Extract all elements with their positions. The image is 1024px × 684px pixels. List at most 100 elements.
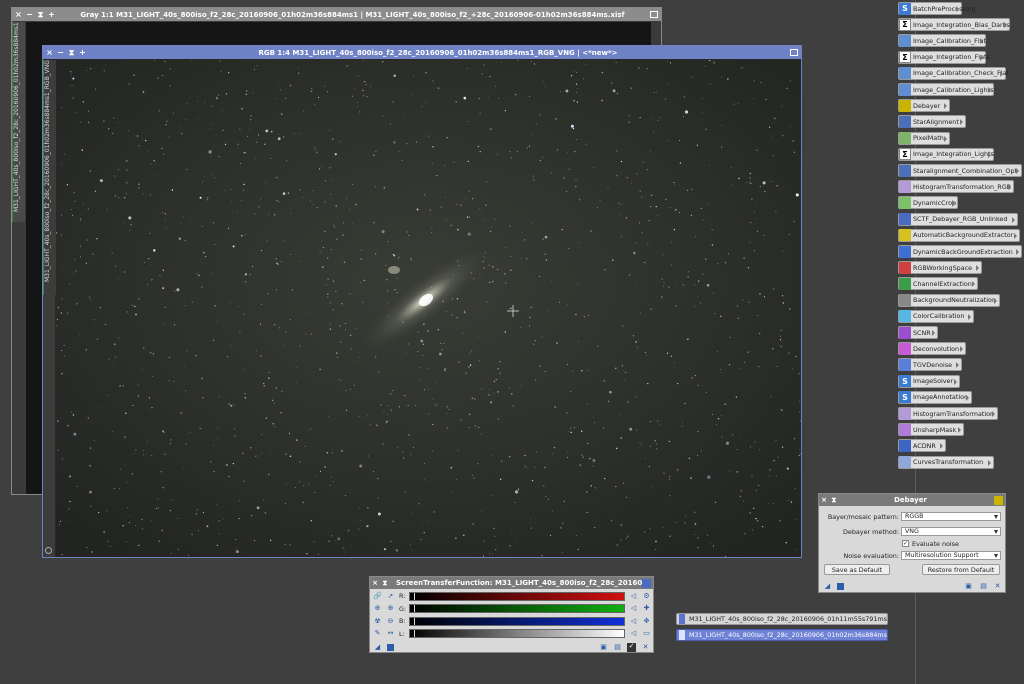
process-icon-image-integration-flats[interactable]: Σ Image_Integration_Flats <box>898 50 990 64</box>
real-time-preview-icon[interactable]: ▤ <box>614 644 621 651</box>
track-view-icon[interactable]: ◁ <box>629 629 638 638</box>
process-icon-curvestransformation[interactable]: CurvesTransformation <box>898 455 994 469</box>
iconized-image-2[interactable]: M31_LIGHT_40s_800iso_f2_28c_20160906_01h… <box>676 629 888 641</box>
iconized-image-1[interactable]: M31_LIGHT_40s_800iso_f2_28c_20160906_01h… <box>676 613 888 625</box>
restore-from-default-button[interactable]: Restore from Default <box>922 564 1000 575</box>
process-icon-batchpreprocessing[interactable]: S BatchPreProcessing <box>898 2 976 15</box>
shadows-handle[interactable] <box>414 617 415 625</box>
reset-icon[interactable]: ✕ <box>642 644 649 651</box>
process-icon-histogramtransformation[interactable]: HistogramTransformation <box>898 407 998 420</box>
rgb-window-side-tab[interactable]: M31_LIGHT_40s_800iso_f2_28c_20160906_01h… <box>43 60 56 295</box>
zoom-fit-icon[interactable]: ⊕ <box>386 604 395 613</box>
shadows-handle[interactable] <box>414 592 415 600</box>
shade-icon[interactable]: ⧗ <box>68 48 75 57</box>
m31-image-canvas[interactable] <box>56 60 801 557</box>
window-pin-icon[interactable] <box>45 547 52 554</box>
stf-channel-slider[interactable] <box>409 616 625 626</box>
noise-eval-select[interactable]: Multiresolution Support <box>901 551 1001 560</box>
wrench-icon[interactable]: ✎ <box>373 629 382 638</box>
stf-channel-slider[interactable] <box>409 629 625 638</box>
process-icon-scnr[interactable]: SCNR <box>898 326 938 339</box>
rgb-image-window[interactable]: × − ⧗ + RGB 1:4 M31_LIGHT_40s_800iso_f2_… <box>42 45 802 558</box>
shade-icon[interactable]: ⧗ <box>829 496 839 505</box>
process-icon-tgvdenoise[interactable]: TGVDenoise <box>898 358 962 372</box>
process-icon-automaticbackgroundextractor[interactable]: AutomaticBackgroundExtractor <box>898 228 1020 242</box>
debayer-titlebar[interactable]: × ⧗ Debayer <box>819 494 1005 506</box>
shade-icon[interactable]: ⧗ <box>380 579 390 588</box>
maximize-icon[interactable]: + <box>79 48 86 57</box>
new-instance-icon[interactable]: ◢ <box>374 644 381 651</box>
midtones-handle[interactable] <box>517 630 518 637</box>
close-icon[interactable]: × <box>370 579 380 587</box>
star <box>620 204 622 206</box>
rgb-window-titlebar[interactable]: × − ⧗ + RGB 1:4 M31_LIGHT_40s_800iso_f2_… <box>43 46 801 59</box>
browse-docs-icon[interactable]: ▣ <box>965 583 972 590</box>
track-view-icon[interactable]: ◁ <box>629 604 638 613</box>
stf-channel-slider[interactable] <box>409 604 625 613</box>
process-icon-acdnr[interactable]: ACDNR <box>898 439 946 453</box>
minimize-icon[interactable]: − <box>57 48 64 57</box>
gray-window-side-tab[interactable]: M31_LIGHT_40s_800iso_f2_28c_20160906_01h… <box>12 22 25 222</box>
shadows-handle[interactable] <box>414 605 415 612</box>
track-view-icon[interactable]: ◁ <box>629 592 638 601</box>
apply-global-icon[interactable] <box>387 644 394 651</box>
process-icon-staralignment-combination-opt[interactable]: Staralignment_Combination_Opt <box>898 164 1022 177</box>
pan-icon[interactable]: ✥ <box>642 617 651 626</box>
process-icon-imageannotation[interactable]: S ImageAnnotation <box>898 390 972 404</box>
process-icon-image-calibration-check-flat[interactable]: Image_Calibration_Check_Flat <box>898 66 1009 80</box>
stf-titlebar[interactable]: × ⧗ ScreenTransferFunction: M31_LIGHT_40… <box>370 577 653 589</box>
process-icon-colorcalibration[interactable]: ColorCalibration <box>898 309 974 323</box>
process-icon-sctf-debayer-rgb-unlinked[interactable]: SCTF_Debayer_RGB_Unlinked <box>898 212 1018 226</box>
radiation-icon[interactable]: ☢ <box>373 617 382 626</box>
apply-global-icon[interactable] <box>837 583 844 590</box>
stf-channel-slider[interactable] <box>409 591 625 601</box>
process-icon-backgroundneutralization[interactable]: BackgroundNeutralization <box>898 293 1000 307</box>
maximize-icon[interactable]: + <box>48 10 55 19</box>
process-icon-rgbworkingspace[interactable]: RGBWorkingSpace <box>898 261 982 275</box>
new-instance-icon[interactable]: ◢ <box>824 583 831 590</box>
process-icon-channelextraction[interactable]: ChannelExtraction <box>898 277 978 291</box>
process-icon-image-integration-lights[interactable]: Σ Image_Integration_Lights <box>898 147 994 161</box>
restore-window-icon[interactable] <box>650 11 658 18</box>
method-select[interactable]: VNG <box>901 527 1001 536</box>
pattern-select[interactable]: RGGB <box>901 512 1001 521</box>
auto-stretch-icon[interactable]: ⚙ <box>642 592 651 601</box>
process-icon-dynamicbackgroundextraction[interactable]: DynamicBackGroundExtraction <box>898 245 1022 258</box>
zoom-out-icon[interactable]: ⊖ <box>386 617 395 626</box>
process-icon-histogramtransformation-rgb[interactable]: HistogramTransformation_RGB <box>898 180 1014 194</box>
zoom-in-icon[interactable]: ⊕ <box>373 604 382 613</box>
center-icon[interactable]: ✚ <box>642 604 651 613</box>
minimize-icon[interactable]: − <box>26 10 33 19</box>
gray-window-titlebar[interactable]: × − ⧗ + Gray 1:1 M31_LIGHT_40s_800iso_f2… <box>12 8 661 21</box>
reset-icon[interactable]: ✕ <box>994 583 1001 590</box>
link-icon[interactable]: 🔗 <box>373 592 382 601</box>
close-icon[interactable]: × <box>46 48 53 57</box>
save-as-default-button[interactable]: Save as Default <box>824 564 890 575</box>
monitor-icon[interactable]: ▭ <box>642 629 651 638</box>
browse-docs-icon[interactable]: ▣ <box>600 644 607 651</box>
evaluate-noise-checkbox[interactable]: ✓ <box>902 540 909 547</box>
arrow-select-icon[interactable]: ➚ <box>386 592 395 601</box>
shade-icon[interactable]: ⧗ <box>37 10 44 19</box>
horizontal-arrows-icon[interactable]: ↔ <box>386 629 395 638</box>
process-icon-staralignment[interactable]: StarAlignment <box>898 115 966 129</box>
close-icon[interactable]: × <box>819 496 829 504</box>
restore-window-icon[interactable] <box>790 49 798 56</box>
process-icon-image-calibration-lights[interactable]: Image_Calibration_Lights <box>898 83 994 96</box>
evaluate-noise-label[interactable]: Evaluate noise <box>912 540 959 548</box>
process-icon-dynamiccrop[interactable]: DynamicCrop <box>898 196 958 210</box>
star <box>587 314 590 316</box>
process-icon-debayer[interactable]: Debayer <box>898 99 950 113</box>
track-view-icon[interactable]: ◁ <box>629 617 638 626</box>
process-icon-unsharpmask[interactable]: UnsharpMask <box>898 423 964 437</box>
process-icon-imagesolver[interactable]: S ImageSolver <box>898 374 960 388</box>
shadows-handle[interactable] <box>414 630 415 637</box>
checkmark-icon[interactable]: ✓ <box>627 643 636 652</box>
process-icon-image-calibration-flat[interactable]: Image_Calibration_Flat <box>898 34 986 48</box>
close-icon[interactable]: × <box>15 10 22 19</box>
real-time-preview-icon[interactable]: ▤ <box>980 583 987 590</box>
process-icon-deconvolution[interactable]: Deconvolution <box>898 342 966 356</box>
process-icon-image-integration-bias-darks[interactable]: Σ Image_Integration_Bias_Darks <box>898 18 1010 32</box>
star <box>749 512 751 514</box>
process-icon-pixelmath[interactable]: PixelMath <box>898 131 950 145</box>
